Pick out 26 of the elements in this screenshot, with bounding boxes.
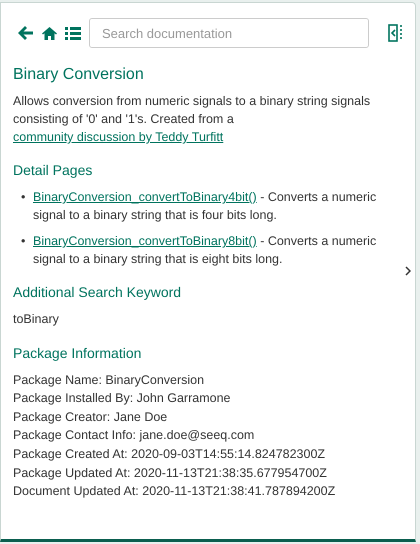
collapse-panel-icon[interactable] — [388, 24, 402, 42]
bullet: • — [21, 233, 26, 250]
bullet: • — [21, 189, 26, 206]
detail-page-description: BinaryConversion_convertToBinary8bit() - Converts a numeric signal to a binary string that is eight bits long. — [33, 233, 378, 268]
page-title: Binary Conversion — [13, 66, 145, 84]
info-line: Document Updated At: 2020-11-13T21:38:41.787894200Z — [13, 483, 336, 500]
info-line: Package Installed By: John Garramone — [13, 390, 230, 408]
search-field[interactable]: Search documentation — [89, 18, 369, 48]
info-line: Package Created At: 2020-09-03T14:55:14.824782300Z — [13, 446, 326, 463]
detail-page-link[interactable]: BinaryConversion_convertToBinary4bit() — [33, 190, 257, 204]
community-discussion-link[interactable]: community discussion by Teddy Turfitt — [13, 130, 224, 144]
chevron-right-icon[interactable] — [405, 266, 411, 276]
info-line: Package Creator: Jane Doe — [13, 408, 168, 426]
detail-page-link[interactable]: BinaryConversion_convertToBinary8bit() — [33, 234, 257, 248]
section-heading: Package Information — [13, 344, 142, 361]
info-line: Package Contact Info: jane.doe@seeq.com — [13, 427, 254, 444]
list-icon[interactable] — [65, 26, 81, 40]
info-line: Package Updated At: 2020-11-13T21:38:35.677954700Z — [13, 464, 327, 482]
info-line: toBinary — [13, 311, 59, 328]
info-line: Package Name: BinaryConversion — [13, 372, 204, 389]
description-text: Allows conversion from numeric signals to a binary string signals consisting of '0' and '1's. Created from a community discussion by Teddy Turfitt — [13, 93, 372, 146]
detail-page-description: BinaryConversion_convertToBinary4bit() - Converts a numeric signal to a binary string that is four bits long. — [33, 189, 378, 224]
home-icon[interactable] — [42, 26, 56, 40]
section-heading: Detail Pages — [13, 162, 94, 178]
section-heading: Additional Search Keyword — [13, 284, 182, 300]
back-arrow-icon[interactable] — [18, 26, 32, 40]
